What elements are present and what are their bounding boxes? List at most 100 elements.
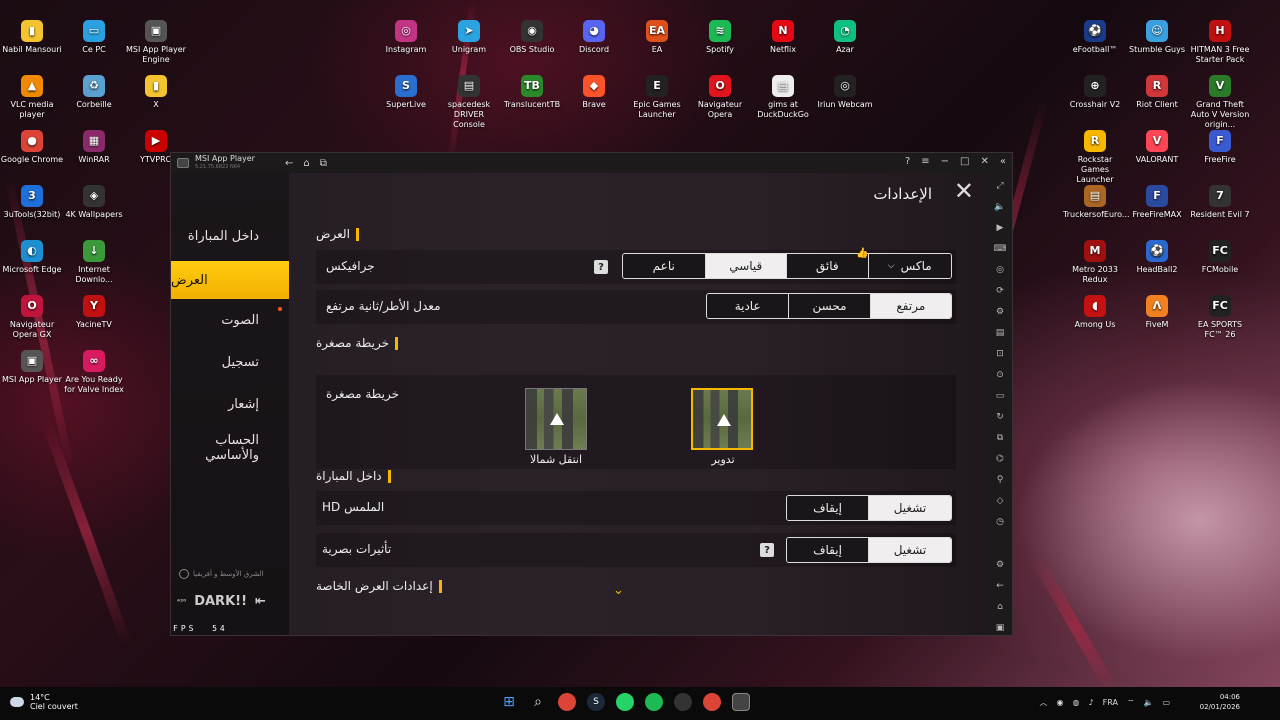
layers-icon[interactable]: ◇ xyxy=(993,494,1007,508)
desktop-icon[interactable]: O Navigateur Opera GX xyxy=(0,295,64,340)
macro-icon[interactable]: ⚙ xyxy=(993,305,1007,319)
visual-effects-toggle[interactable]: إيقاف تشغيل xyxy=(786,537,952,563)
menu-item-match[interactable]: داخل المباراة xyxy=(188,229,259,244)
whatsapp-icon[interactable] xyxy=(616,693,634,711)
clock[interactable]: 04:06 02/01/2026 xyxy=(1200,692,1240,712)
menu-item-notification[interactable]: إشعار xyxy=(228,397,259,412)
exit-icon[interactable]: ⇤ xyxy=(255,594,266,609)
desktop-icon[interactable]: ● Google Chrome xyxy=(0,130,64,165)
back-icon[interactable]: ← xyxy=(993,579,1007,593)
desktop-icon[interactable]: TB TranslucentTB xyxy=(500,75,564,110)
minimap-north-thumb[interactable] xyxy=(525,388,587,450)
copy-icon[interactable]: ⧉ xyxy=(993,431,1007,445)
fullscreen-icon[interactable]: ⤢ xyxy=(993,179,1007,193)
desktop-icon[interactable]: FC FCMobile xyxy=(1188,240,1252,275)
location-icon[interactable]: ⚲ xyxy=(993,473,1007,487)
hd-touch-on[interactable]: تشغيل xyxy=(868,496,951,520)
desktop-icon[interactable]: ◖ Among Us xyxy=(1063,295,1127,330)
sync-icon[interactable]: ⟳ xyxy=(993,284,1007,298)
desktop-icon[interactable]: ▲ VLC media player xyxy=(0,75,64,120)
keyboard-icon[interactable]: ⌨ xyxy=(993,242,1007,256)
settings-gear-icon[interactable]: ⚙ xyxy=(993,558,1007,572)
home-icon[interactable]: ⌂ xyxy=(303,158,309,169)
search-icon[interactable]: ⌕ xyxy=(529,693,547,711)
desktop-icon[interactable]: ∞ Are You Ready for Valve Index xyxy=(62,350,126,395)
desktop-icon[interactable]: ◆ Brave xyxy=(562,75,626,110)
steam-icon[interactable]: S xyxy=(587,693,605,711)
record-icon[interactable]: ⊙ xyxy=(993,368,1007,382)
desktop-icon[interactable]: E Epic Games Launcher xyxy=(625,75,689,120)
help-icon[interactable]: ? xyxy=(905,156,910,167)
desktop-icon[interactable]: ◈ 4K Wallpapers xyxy=(62,185,126,220)
menu-item-sound[interactable]: الصوت xyxy=(221,313,259,328)
wifi-icon[interactable]: ⌔ xyxy=(1127,698,1135,708)
desktop-icon[interactable]: ⚽ HeadBall2 xyxy=(1125,240,1189,275)
menu-item-display[interactable]: العرض xyxy=(171,261,289,299)
framerate-option-high[interactable]: مرتفع xyxy=(869,294,951,318)
desktop-icon[interactable]: ▦ WinRAR xyxy=(62,130,126,165)
help-icon[interactable]: ? xyxy=(760,543,774,557)
weather-widget[interactable]: 14°C Ciel couvert xyxy=(10,693,78,711)
graphics-selector[interactable]: ناعم قياسي فائق ⌵ ماكس xyxy=(622,253,952,279)
obs-icon[interactable] xyxy=(674,693,692,711)
close-settings-icon[interactable]: ✕ xyxy=(954,177,974,205)
desktop-icon[interactable]: F FreeFire xyxy=(1188,130,1252,165)
desktop-icon[interactable]: EA EA xyxy=(625,20,689,55)
msi-app-player-taskbar-icon[interactable] xyxy=(732,693,750,711)
graphics-option-smooth[interactable]: ناعم xyxy=(623,254,705,278)
steam-tray-icon[interactable]: ◍ xyxy=(1073,698,1080,707)
window-titlebar[interactable]: MSI App Player 5.21.75.6822 N64 ← ⌂ ⧉ ? … xyxy=(171,153,1012,173)
desktop-icon[interactable]: N Netflix xyxy=(751,20,815,55)
desktop-icon[interactable]: R Riot Client xyxy=(1125,75,1189,110)
spotify-icon[interactable] xyxy=(645,693,663,711)
input-language[interactable]: FRA xyxy=(1103,698,1118,707)
desktop-icon[interactable]: ◔ Azar xyxy=(813,20,877,55)
hd-touch-off[interactable]: إيقاف xyxy=(787,496,868,520)
clock-icon[interactable]: ◷ xyxy=(993,515,1007,529)
desktop-icon[interactable]: 7 Resident Evil 7 xyxy=(1188,185,1252,220)
desktop-icon[interactable]: ➤ Unigram xyxy=(437,20,501,55)
android-home-icon[interactable]: ⌂ xyxy=(993,600,1007,614)
maximize-icon[interactable]: □ xyxy=(960,156,969,167)
desktop-icon[interactable]: ▣ MSI App Player Engine xyxy=(124,20,188,65)
menu-item-account[interactable]: الحساب والأساسي xyxy=(179,433,259,463)
region-indicator[interactable]: الشرق الأوسط و أفريقيا xyxy=(179,569,263,579)
rotate-icon[interactable]: ↻ xyxy=(993,410,1007,424)
multi-instance-icon[interactable]: ⧉ xyxy=(320,158,327,169)
chevron-down-icon[interactable]: ⌄ xyxy=(613,583,624,598)
install-apk-icon[interactable]: ▤ xyxy=(993,326,1007,340)
eco-mode-icon[interactable]: ⌬ xyxy=(993,452,1007,466)
back-arrow-icon[interactable]: ← xyxy=(285,158,293,169)
screenshot-icon[interactable]: ⊡ xyxy=(993,347,1007,361)
desktop-icon[interactable]: ▮ Nabil Mansouri xyxy=(0,20,64,55)
speaker-icon[interactable]: 🔈 xyxy=(1143,698,1153,707)
desktop-icon[interactable]: ▤ spacedesk DRIVER Console xyxy=(437,75,501,130)
graphics-option-max[interactable]: ⌵ ماكس xyxy=(867,254,951,278)
framerate-option-normal[interactable]: عادية xyxy=(707,294,789,318)
desktop-icon[interactable]: ◕ Discord xyxy=(562,20,626,55)
menu-icon[interactable]: ≡ xyxy=(921,156,929,167)
desktop-icon[interactable]: ▤ gims at DuckDuckGo xyxy=(751,75,815,120)
desktop-icon[interactable]: ☺ Stumble Guys xyxy=(1125,20,1189,55)
desktop-icon[interactable]: ▮ X xyxy=(124,75,188,110)
graphics-option-standard[interactable]: قياسي xyxy=(704,254,786,278)
desktop-icon[interactable]: H HITMAN 3 Free Starter Pack xyxy=(1188,20,1252,65)
desktop-icon[interactable]: ▭ Ce PC xyxy=(62,20,126,55)
desktop-icon[interactable]: R Rockstar Games Launcher xyxy=(1063,130,1127,185)
hd-touch-toggle[interactable]: إيقاف تشغيل xyxy=(786,495,952,521)
gamepad-icon[interactable]: ◎ xyxy=(993,263,1007,277)
visual-effects-on[interactable]: تشغيل xyxy=(868,538,951,562)
riot-tray-icon[interactable]: ◉ xyxy=(1057,698,1064,707)
desktop-icon[interactable]: ◎ Iriun Webcam xyxy=(813,75,877,110)
framerate-selector[interactable]: عادية محسن مرتفع xyxy=(706,293,952,319)
visual-effects-off[interactable]: إيقاف xyxy=(787,538,868,562)
desktop-icon[interactable]: F FreeFireMAX xyxy=(1125,185,1189,220)
minimap-rotate-thumb[interactable] xyxy=(691,388,753,450)
desktop-icon[interactable]: Y YacineTV xyxy=(62,295,126,330)
desktop-icon[interactable]: Λ FiveM xyxy=(1125,295,1189,330)
media-icon[interactable]: ▶ xyxy=(993,221,1007,235)
desktop-icon[interactable]: 3 3uTools(32bit) xyxy=(0,185,64,220)
desktop-icon[interactable]: ⚽ eFootball™ xyxy=(1063,20,1127,55)
desktop-icon[interactable]: ▣ MSI App Player xyxy=(0,350,64,385)
folder-icon[interactable]: ▭ xyxy=(993,389,1007,403)
